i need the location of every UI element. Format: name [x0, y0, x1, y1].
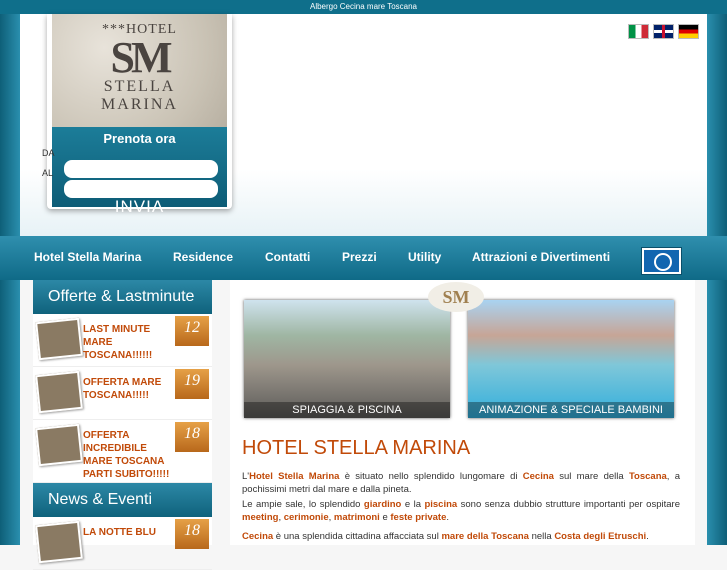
offer-item[interactable]: LAST MINUTE MARE TOSCANA!!!!!! 12	[33, 314, 212, 367]
text-span: sul mare della	[553, 471, 629, 482]
intro-paragraph-2: Le ampie sale, lo splendido giardino e l…	[242, 498, 680, 524]
photo-caption: SPIAGGIA & PISCINA	[244, 402, 450, 418]
departure-date-input[interactable]	[64, 180, 218, 198]
nav-residence[interactable]: Residence	[173, 250, 233, 264]
text-span: e la	[401, 499, 425, 510]
intro-text: L'Hotel Stella Marina è situato nello sp…	[242, 470, 680, 543]
link-meeting[interactable]: meeting	[242, 512, 278, 523]
text-span: sono senza dubbio strutture importanti p…	[457, 499, 680, 510]
offer-thumbnail	[35, 370, 83, 414]
sm-logo-badge: SM	[428, 282, 484, 312]
hotel-logo[interactable]: ***HOTEL SM STELLA MARINA	[52, 14, 227, 127]
link-cecina[interactable]: Cecina	[242, 531, 273, 542]
link-giardino[interactable]: giardino	[364, 499, 401, 510]
language-selector	[628, 24, 699, 39]
main-content: SPIAGGIA & PISCINA ANIMAZIONE & SPECIALE…	[230, 280, 695, 545]
text-span: è una splendida cittadina affacciata sul	[273, 531, 442, 542]
logo-name-line2: MARINA	[101, 96, 178, 113]
booking-title: Prenota ora	[103, 131, 176, 146]
text-span: Le ampie sale, lo splendido	[242, 499, 364, 510]
nav-prezzi[interactable]: Prezzi	[342, 250, 377, 264]
main-nav: Hotel Stella Marina Residence Contatti P…	[0, 236, 727, 280]
text-span: e	[379, 512, 391, 523]
italian-flag-icon[interactable]	[628, 24, 649, 39]
intro-paragraph-1: L'Hotel Stella Marina è situato nello sp…	[242, 470, 680, 496]
from-label: DA	[42, 148, 55, 158]
beach-pool-photo[interactable]: SPIAGGIA & PISCINA	[244, 300, 450, 418]
link-mare-toscana[interactable]: mare della Toscana	[441, 531, 528, 542]
text-span: .	[646, 531, 649, 542]
news-item[interactable]: LA NOTTE BLU 18	[33, 517, 212, 570]
link-feste-private[interactable]: feste private	[390, 512, 446, 523]
english-flag-icon[interactable]	[653, 24, 674, 39]
link-cecina[interactable]: Cecina	[523, 471, 554, 482]
send-button[interactable]: INVIA	[52, 197, 227, 217]
nav-utility[interactable]: Utility	[408, 250, 441, 264]
news-thumbnail	[35, 520, 83, 564]
offer-thumbnail	[35, 423, 83, 467]
link-piscina[interactable]: piscina	[424, 499, 457, 510]
text-span: nella	[528, 531, 555, 542]
text-span: .	[446, 512, 450, 523]
link-matrimoni[interactable]: matrimoni	[334, 512, 380, 523]
arrival-date-input[interactable]	[64, 160, 218, 178]
link-toscana[interactable]: Toscana	[629, 471, 667, 482]
offer-item[interactable]: OFFERTA MARE TOSCANA!!!!! 19	[33, 367, 212, 420]
nav-hotel-stella-marina[interactable]: Hotel Stella Marina	[34, 250, 141, 264]
logo-monogram: SM	[110, 33, 173, 82]
german-flag-icon[interactable]	[678, 24, 699, 39]
left-column: Offerte & Lastminute LAST MINUTE MARE TO…	[33, 280, 212, 570]
site-title: Albergo Cecina mare Toscana	[309, 2, 418, 11]
date-badge: 12	[175, 316, 209, 346]
photo-caption: ANIMAZIONE & SPECIALE BAMBINI	[468, 402, 674, 418]
news-header: News & Eventi	[33, 483, 212, 517]
nav-attrazioni[interactable]: Attrazioni e Divertimenti	[472, 250, 610, 264]
news-title[interactable]: LA NOTTE BLU	[83, 526, 175, 539]
intro-paragraph-3: Cecina è una splendida cittadina affacci…	[242, 530, 680, 543]
offer-title[interactable]: OFFERTA INCREDIBILE MARE TOSCANA PARTI S…	[83, 429, 178, 481]
animation-kids-photo[interactable]: ANIMAZIONE & SPECIALE BAMBINI	[468, 300, 674, 418]
site-title-bar: Albergo Cecina mare Toscana	[0, 0, 727, 14]
blue-flag-icon[interactable]	[641, 247, 682, 275]
link-costa-etruschi[interactable]: Costa degli Etruschi	[554, 531, 646, 542]
logo-name-line1: STELLA	[103, 78, 176, 95]
link-hotel[interactable]: Hotel Stella Marina	[249, 471, 339, 482]
offer-item[interactable]: OFFERTA INCREDIBILE MARE TOSCANA PARTI S…	[33, 420, 212, 483]
date-badge: 18	[175, 422, 209, 452]
page-title: HOTEL STELLA MARINA	[242, 437, 471, 459]
offers-header: Offerte & Lastminute	[33, 280, 212, 314]
booking-panel: Prenota ora INVIA	[52, 127, 227, 216]
to-label: AL	[42, 168, 54, 178]
logo-booking-box: ***HOTEL SM STELLA MARINA Prenota ora IN…	[47, 14, 232, 216]
nav-contatti[interactable]: Contatti	[265, 250, 310, 264]
offer-title[interactable]: LAST MINUTE MARE TOSCANA!!!!!!	[83, 323, 175, 362]
link-cerimonie[interactable]: cerimonie	[284, 512, 329, 523]
offer-thumbnail	[35, 317, 83, 361]
date-badge: 19	[175, 369, 209, 399]
text-span: è situato nello splendido lungomare di	[339, 471, 523, 482]
offer-title[interactable]: OFFERTA MARE TOSCANA!!!!!	[83, 376, 175, 402]
